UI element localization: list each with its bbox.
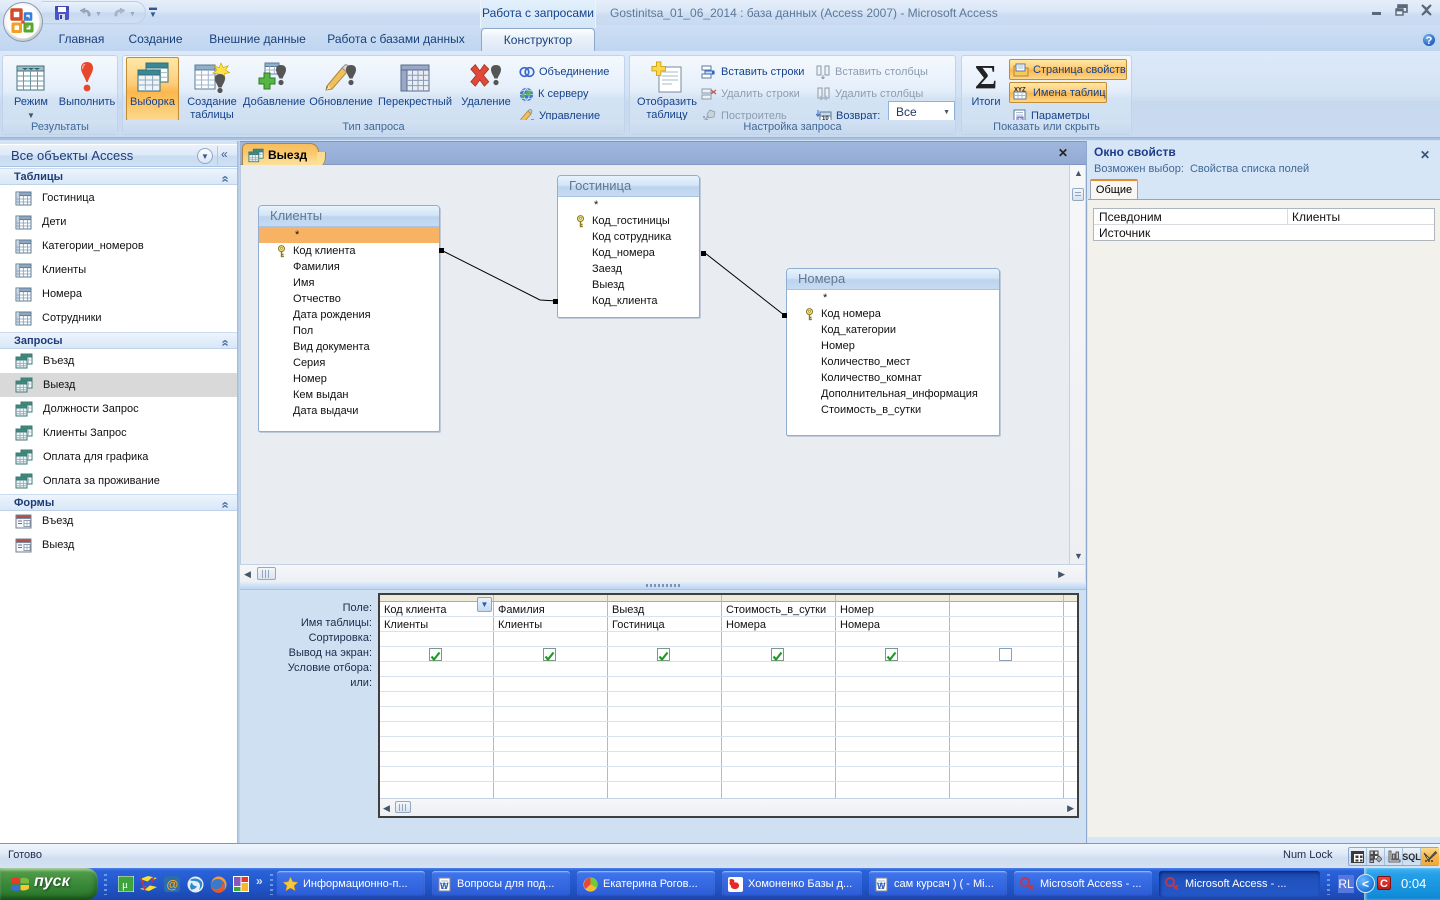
svg-text:XYZ: XYZ [1014, 87, 1026, 93]
svg-text:@: @ [167, 878, 179, 892]
svg-text:W: W [440, 881, 449, 891]
svg-text:W: W [877, 881, 886, 891]
svg-text:μ: μ [122, 879, 128, 891]
